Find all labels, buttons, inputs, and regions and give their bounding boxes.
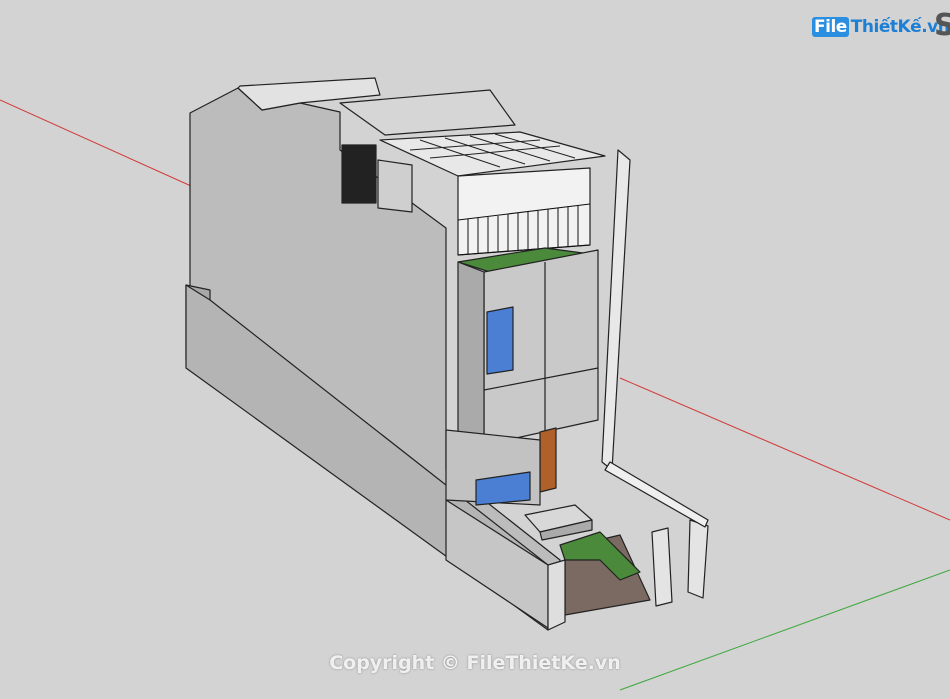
gate-pillar (651, 527, 673, 607)
vent-block (341, 144, 377, 204)
wood-column (539, 427, 557, 493)
facade-box-side (457, 261, 485, 446)
gate-pillar (687, 519, 709, 599)
right-yard-wall (604, 461, 709, 528)
logo-wordmark: File ThiếtKế.vn (812, 17, 950, 37)
vent-screen (377, 159, 413, 213)
red-axis (0, 99, 201, 191)
copyright-watermark: Copyright © FileThietKe.vn (329, 652, 621, 674)
upper-window (486, 306, 514, 375)
filethietke-logo: FileThiếtKế.vn ◉ (812, 10, 950, 44)
yard-wall-front (547, 559, 566, 631)
sketchup-viewport[interactable] (0, 0, 950, 699)
sketchup-logo-initial: S (934, 8, 950, 43)
house-model[interactable] (185, 77, 709, 631)
right-wall (601, 149, 631, 471)
